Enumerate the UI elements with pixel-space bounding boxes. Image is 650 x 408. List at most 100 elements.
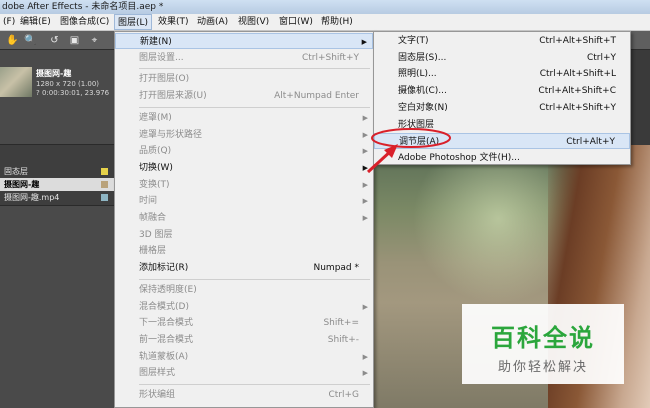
menu-item[interactable]: 图层样式 ▶ (115, 365, 373, 381)
submenu-arrow-icon: ▶ (361, 38, 367, 46)
submenu-arrow-icon: ▶ (362, 352, 368, 361)
menu-item[interactable]: 新建(N) ▶ (115, 33, 373, 49)
submenu-arrow-icon: ▶ (362, 130, 368, 139)
menu-item[interactable]: Adobe Photoshop 文件(H)... (374, 150, 630, 166)
menu-file[interactable]: (F) (0, 14, 18, 30)
project-item-comp[interactable]: 摄图网-趣 (0, 178, 114, 191)
project-item-resolution: 1280 x 720 (1.00) (36, 80, 100, 88)
project-item-footage[interactable]: 摄图网-趣.mp4 (0, 191, 114, 204)
menu-item-label: 遮罩(M) (139, 112, 172, 123)
layer-menu: 新建(N) ▶ 图层设置... Ctrl+Shift+Y 打开图层(O) 打开图层来源(U… (114, 31, 374, 408)
submenu-arrow-icon: ▶ (362, 197, 368, 206)
menu-item-label: 添加标记(R) (139, 263, 189, 274)
menu-item-label: 调节层(A) (399, 137, 440, 148)
submenu-arrow-icon: ▶ (362, 163, 368, 172)
menu-item-label: 保持透明度(E) (139, 284, 197, 295)
menu-item-label: 品质(Q) (139, 146, 172, 157)
menu-item-shortcut: Ctrl+Shift+Y (301, 52, 359, 63)
menu-effect[interactable]: 效果(T) (155, 14, 192, 30)
menu-item[interactable]: 帧融合 ▶ (115, 210, 373, 226)
menu-layer[interactable]: 图层(L) (114, 14, 153, 30)
menu-item[interactable]: 时间 ▶ (115, 193, 373, 209)
menu-item-label: 空白对象(N) (398, 102, 448, 113)
submenu-arrow-icon: ▶ (362, 369, 368, 378)
menu-item[interactable]: 摄像机(C)... Ctrl+Alt+Shift+C (374, 83, 630, 99)
project-item-label: 摄图网-趣.mp4 (4, 193, 60, 202)
menu-item[interactable]: 变换(T) ▶ (115, 177, 373, 193)
menu-item[interactable]: 形状编组 Ctrl+G (115, 387, 373, 403)
menu-item[interactable]: 混合模式(D) ▶ (115, 299, 373, 315)
menu-bar: (F) 编辑(E) 图像合成(C) 图层(L) 效果(T) 动画(A) 视图(V… (0, 14, 650, 31)
hand-icon[interactable]: ✋ (6, 34, 19, 47)
menu-item[interactable]: 打开图层(O) (115, 71, 373, 87)
menu-item-label: 新建(N) (140, 37, 172, 47)
menu-item[interactable]: 添加标记(R) Numpad * (115, 260, 373, 276)
menu-item[interactable]: 前一混合模式 Shift+- (115, 332, 373, 348)
menu-view[interactable]: 视图(V) (235, 14, 272, 30)
menu-edit[interactable]: 编辑(E) (17, 14, 54, 30)
project-thumbnail (0, 67, 32, 97)
menu-item[interactable]: 3D 图层 (115, 227, 373, 243)
watermark-title: 百科全说 (491, 324, 595, 352)
menu-item-label: 时间 (139, 196, 158, 207)
menu-item-label: Adobe Photoshop 文件(H)... (398, 152, 520, 163)
menu-item-label: 固态层(S)... (398, 52, 447, 63)
submenu-arrow-icon: ▶ (362, 214, 368, 222)
menu-animation[interactable]: 动画(A) (194, 14, 231, 30)
watermark-subtitle: 助你轻松解决 (497, 360, 588, 375)
menu-item[interactable]: 轨道蒙板(A) ▶ (115, 349, 373, 365)
submenu-arrow-icon: ▶ (362, 113, 368, 122)
project-panel: 摄图网-趣 1280 x 720 (1.00) ? 0:00:30:01, 23… (0, 50, 114, 408)
menu-item[interactable]: 下一混合模式 Shift+= (115, 315, 373, 331)
menu-item-shortcut: Shift+= (323, 318, 359, 329)
menu-item[interactable]: 照明(L)... Ctrl+Alt+Shift+L (374, 66, 630, 82)
menu-item[interactable]: 打开图层来源(U) Alt+Numpad Enter (115, 88, 373, 104)
menu-item-label: 切换(W) (139, 162, 173, 173)
rotate-icon[interactable]: ↺ (48, 34, 61, 47)
menu-item[interactable]: 遮罩(M) ▶ (115, 110, 373, 126)
menu-item-label: 帧融合 (139, 213, 167, 223)
project-item-label: 摄图网-趣 (4, 180, 40, 189)
menu-item-shortcut: Shift+- (327, 334, 359, 345)
menu-item-label: 轨道蒙板(A) (139, 351, 189, 362)
menu-item[interactable]: 品质(Q) ▶ (115, 143, 373, 159)
menu-item-shortcut: Ctrl+Y (586, 52, 616, 63)
zoom-icon[interactable]: 🔍 (24, 34, 37, 47)
menu-item-label: 变换(T) (139, 179, 170, 190)
menu-item[interactable]: 保持透明度(E) (115, 282, 373, 298)
menu-item-label: 形状图层 (398, 119, 435, 130)
menu-composition[interactable]: 图像合成(C) (57, 14, 112, 30)
menu-item-shortcut: Ctrl+Alt+Shift+C (538, 86, 616, 97)
menu-item-shortcut: Ctrl+G (328, 390, 359, 400)
menu-item[interactable]: 图层设置... Ctrl+Shift+Y (115, 50, 373, 66)
menu-item-label: 形状编组 (139, 390, 176, 400)
menu-separator (139, 106, 370, 108)
window-title: dobe After Effects - 未命名项目.aep * (2, 2, 164, 12)
menu-item[interactable]: 固态层(S)... Ctrl+Y (374, 50, 630, 66)
window-title-bar: dobe After Effects - 未命名项目.aep * (0, 0, 650, 14)
label-color-swatch (101, 194, 108, 201)
menu-item[interactable]: 形状图层 (374, 117, 630, 133)
project-item-solid[interactable]: 固态层 (0, 165, 114, 178)
submenu-arrow-icon: ▶ (362, 180, 368, 189)
menu-item[interactable]: 调节层(A) Ctrl+Alt+Y (374, 133, 630, 150)
project-item-label: 固态层 (4, 167, 28, 176)
label-color-swatch (101, 181, 108, 188)
camera-icon[interactable]: ▣ (68, 34, 81, 47)
menu-item-shortcut: Ctrl+Alt+Shift+Y (539, 102, 616, 113)
menu-item[interactable]: 空白对象(N) Ctrl+Alt+Shift+Y (374, 100, 630, 116)
watermark: 百科全说 助你轻松解决 (462, 304, 624, 384)
menu-item[interactable]: 切换(W) ▶ (115, 160, 373, 176)
menu-item-label: 打开图层来源(U) (139, 91, 207, 102)
menu-item-label: 前一混合模式 (139, 334, 194, 345)
menu-separator (139, 278, 370, 280)
menu-item-shortcut: Ctrl+Alt+Y (566, 137, 615, 148)
menu-item[interactable]: 栅格层 (115, 243, 373, 259)
pan-behind-icon[interactable]: ⌖ (88, 34, 101, 47)
menu-help[interactable]: 帮助(H) (318, 14, 356, 30)
menu-window[interactable]: 窗口(W) (276, 14, 316, 30)
menu-item[interactable]: 遮罩与形状路径 ▶ (115, 127, 373, 143)
project-item-duration: ? 0:00:30:01, 23.976 (36, 89, 110, 97)
menu-item-label: 照明(L)... (398, 69, 437, 80)
menu-item[interactable]: 文字(T) Ctrl+Alt+Shift+T (374, 33, 630, 49)
